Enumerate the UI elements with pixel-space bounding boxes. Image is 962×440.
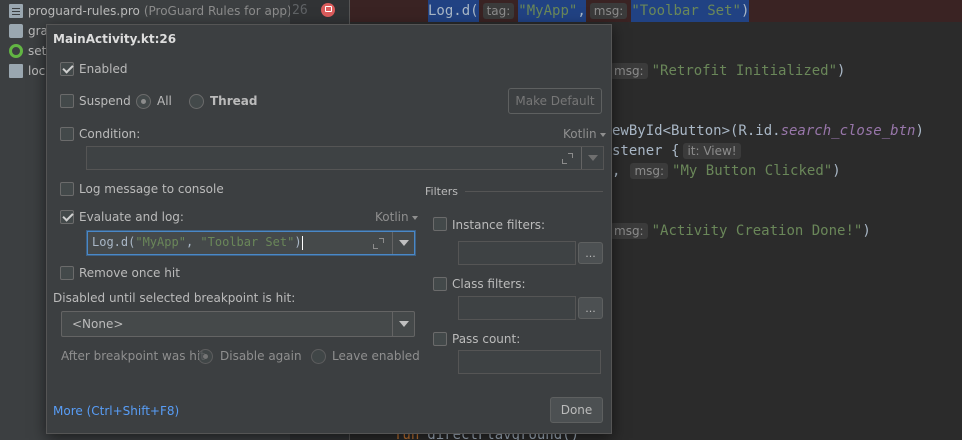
suspend-all-label[interactable]: All xyxy=(157,94,172,108)
breakpoint-dialog: MainActivity.kt:26 Enabled Suspend All T… xyxy=(46,24,612,434)
code-line: msg: "Retrofit Initialized" ) xyxy=(606,60,845,82)
suspend-thread-label[interactable]: Thread xyxy=(210,94,257,108)
breakpoint-icon[interactable] xyxy=(321,3,335,17)
filters-label: Filters xyxy=(425,185,458,198)
code-token: Log.d( xyxy=(92,235,136,249)
evaluate-expression: Log.d("MyApp", "Toolbar Set") xyxy=(92,235,303,250)
code-line: msg: "Activity Creation Done!" ) xyxy=(606,220,871,242)
code-string: "MyApp" xyxy=(518,0,578,22)
disabled-until-value: <None> xyxy=(72,317,124,331)
log-message-checkbox[interactable] xyxy=(60,182,74,196)
condition-input[interactable] xyxy=(86,146,604,170)
chevron-down-icon[interactable] xyxy=(392,232,414,254)
remove-once-label[interactable]: Remove once hit xyxy=(79,266,180,280)
instance-filters-browse-button[interactable]: ... xyxy=(578,242,603,264)
code-token: Log.d( xyxy=(428,0,479,22)
code-token: ) xyxy=(915,123,924,139)
make-default-button[interactable]: Make Default xyxy=(508,88,602,114)
leave-enabled-radio[interactable] xyxy=(311,349,326,364)
gradle-icon xyxy=(9,24,23,38)
project-item-label: proguard-rules.pro xyxy=(28,4,140,18)
text-caret xyxy=(301,235,303,250)
chevron-down-icon[interactable] xyxy=(392,312,414,336)
pass-count-input[interactable] xyxy=(458,350,601,374)
chevron-down-icon[interactable] xyxy=(581,147,603,169)
done-button[interactable]: Done xyxy=(550,397,603,423)
evaluate-input[interactable]: Log.d("MyApp", "Toolbar Set") xyxy=(87,231,415,255)
pass-count-checkbox[interactable] xyxy=(433,332,447,346)
param-hint: msg: xyxy=(610,223,648,239)
line-number: 26 xyxy=(292,3,308,18)
param-hint: tag: xyxy=(482,3,515,19)
project-item-suffix: (ProGuard Rules for app) xyxy=(143,4,292,18)
code-string: "Toolbar Set" xyxy=(200,235,295,249)
code-token: ) xyxy=(832,163,841,179)
disable-again-radio[interactable] xyxy=(198,349,213,364)
log-message-label[interactable]: Log message to console xyxy=(79,182,224,196)
more-link[interactable]: More (Ctrl+Shift+F8) xyxy=(53,404,179,418)
class-filters-checkbox[interactable] xyxy=(433,277,447,291)
code-string: "Toolbar Set" xyxy=(631,0,741,22)
filters-separator xyxy=(465,191,603,192)
class-filters-input[interactable] xyxy=(458,296,576,320)
instance-filters-input[interactable] xyxy=(458,241,576,265)
instance-filters-label[interactable]: Instance filters: xyxy=(452,218,545,232)
code-token: ewById<Button>(R.id. xyxy=(612,123,781,139)
code-token: stener { xyxy=(612,143,680,159)
code-field: search_close_btn xyxy=(780,123,916,139)
disable-again-label[interactable]: Disable again xyxy=(220,349,302,363)
code-string: "My Button Clicked" xyxy=(672,163,833,179)
leave-enabled-label[interactable]: Leave enabled xyxy=(332,349,420,363)
code-token: ) xyxy=(294,235,302,249)
param-hint: msg: xyxy=(610,63,648,79)
suspend-checkbox[interactable] xyxy=(60,94,74,108)
code-line: ewById<Button>(R.id. search_close_btn ) xyxy=(612,120,924,142)
dialog-title: MainActivity.kt:26 xyxy=(53,32,177,46)
evaluate-checkbox[interactable] xyxy=(60,210,74,224)
code-token: , xyxy=(577,0,586,22)
disabled-until-select[interactable]: <None> xyxy=(61,311,415,337)
condition-language-dropdown[interactable]: Kotlin xyxy=(563,127,606,141)
chart-icon xyxy=(9,64,23,78)
disabled-until-label: Disabled until selected breakpoint is hi… xyxy=(53,291,296,305)
code-string: "Activity Creation Done!" xyxy=(651,223,863,239)
pass-count-label[interactable]: Pass count: xyxy=(452,332,520,346)
expand-icon[interactable] xyxy=(562,153,573,164)
after-hit-label: After breakpoint was hit xyxy=(61,349,205,363)
code-token: , xyxy=(612,163,621,179)
type-hint: it: View! xyxy=(683,143,741,159)
code-line: , msg: "My Button Clicked" ) xyxy=(612,160,841,182)
expand-icon[interactable] xyxy=(373,238,384,249)
code-line: stener { it: View! xyxy=(612,140,745,162)
suspend-thread-radio[interactable] xyxy=(189,94,204,109)
enabled-checkbox[interactable] xyxy=(60,62,74,76)
class-filters-label[interactable]: Class filters: xyxy=(452,277,526,291)
class-filters-browse-button[interactable]: ... xyxy=(578,297,603,319)
param-hint: msg: xyxy=(630,163,669,179)
code-line-26: Log.d( tag: "MyApp" , msg: "Toolbar Set"… xyxy=(428,0,750,22)
remove-once-checkbox[interactable] xyxy=(60,266,74,280)
instance-filters-checkbox[interactable] xyxy=(433,217,447,231)
evaluate-label[interactable]: Evaluate and log: xyxy=(79,210,184,224)
suspend-all-radio[interactable] xyxy=(136,94,151,109)
condition-checkbox[interactable] xyxy=(60,127,74,141)
project-item-local[interactable]: loca xyxy=(0,61,53,81)
suspend-label[interactable]: Suspend xyxy=(79,94,131,108)
settings-icon xyxy=(9,44,23,58)
code-token: ) xyxy=(862,223,871,239)
param-hint: msg: xyxy=(589,3,628,19)
condition-label[interactable]: Condition: xyxy=(79,127,140,141)
file-icon xyxy=(9,4,23,18)
evaluate-language-dropdown[interactable]: Kotlin xyxy=(375,210,418,224)
code-token: , xyxy=(185,235,201,249)
enabled-label[interactable]: Enabled xyxy=(79,62,128,76)
code-token: ) xyxy=(837,63,846,79)
code-string: "MyApp" xyxy=(135,235,186,249)
code-token: ) xyxy=(740,0,750,22)
project-item-proguard[interactable]: proguard-rules.pro (ProGuard Rules for a… xyxy=(0,1,292,21)
code-string: "Retrofit Initialized" xyxy=(651,63,838,79)
